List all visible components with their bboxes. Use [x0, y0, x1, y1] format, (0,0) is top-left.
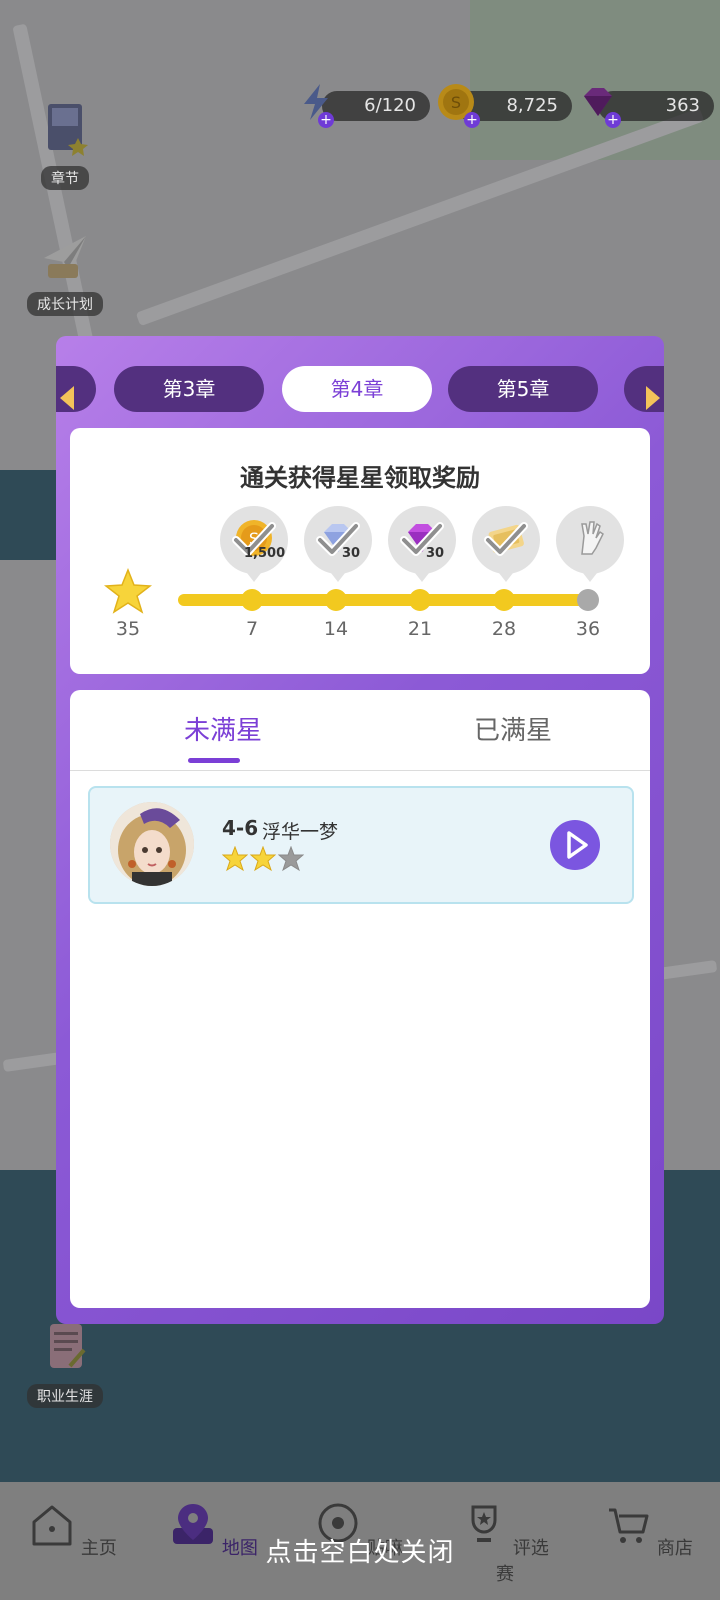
- chapter-menu-label: 章节: [41, 166, 89, 190]
- reward-milestone-14[interactable]: [304, 506, 372, 582]
- paper-plane-icon: [44, 236, 86, 278]
- character-portrait-icon: [110, 802, 194, 886]
- stage-list-item[interactable]: 4-6 浮华一梦: [88, 786, 634, 904]
- star-empty-icon: [278, 846, 304, 872]
- stage-stars: [222, 846, 306, 876]
- star-reward-modal: 第3章 第4章 第5章 通关获得星星领取奖励 S 1,500 30 30 35 …: [56, 336, 664, 1324]
- coin-plus-button[interactable]: +: [464, 112, 480, 128]
- stage-name: 浮华一梦: [262, 821, 339, 843]
- tab-filled-stars[interactable]: 已满星: [474, 710, 552, 747]
- current-star-count: 35: [115, 618, 141, 640]
- milestone-label-28: 28: [491, 618, 517, 640]
- coin-value: 8,725: [506, 95, 558, 116]
- star-filled-icon: [250, 846, 276, 872]
- chapter-menu-item[interactable]: 章节: [28, 102, 102, 190]
- energy-value: 6/120: [364, 95, 416, 116]
- chapter-next-arrow-icon[interactable]: [646, 386, 660, 410]
- career-menu-label: 职业生涯: [27, 1384, 103, 1408]
- book-icon: [48, 104, 88, 156]
- progress-node-21: [409, 589, 431, 611]
- play-icon: [567, 831, 588, 859]
- progress-node-28: [493, 589, 515, 611]
- reward-title: 通关获得星星领取奖励: [240, 464, 480, 492]
- gem-value: 363: [665, 95, 700, 116]
- growth-plan-label: 成长计划: [27, 292, 103, 316]
- river-area: [0, 470, 60, 560]
- clipboard-icon: [50, 1324, 86, 1368]
- milestone-label-21: 21: [407, 618, 433, 640]
- star-icon: [104, 568, 152, 614]
- milestone-label-14: 14: [323, 618, 349, 640]
- chapter-tab-3[interactable]: 第3章: [114, 366, 264, 412]
- glove-icon: [581, 521, 604, 555]
- chapter-tab-4[interactable]: 第4章: [282, 366, 432, 412]
- character-avatar: [110, 802, 194, 886]
- active-tab-indicator: [188, 758, 240, 763]
- reward-milestone-28[interactable]: [472, 506, 540, 582]
- chapter-tab-5[interactable]: 第5章: [448, 366, 598, 412]
- reward-milestone-21[interactable]: [388, 506, 456, 582]
- progress-node-36: [577, 589, 599, 611]
- milestone-label-36: 36: [575, 618, 601, 640]
- close-hint-text: 点击空白处关闭: [265, 1538, 455, 1568]
- energy-plus-button[interactable]: +: [318, 112, 334, 128]
- reward-milestone-7[interactable]: S: [220, 506, 288, 582]
- stage-list-card: 未满星 已满星 4-6 浮华一梦: [70, 690, 650, 1308]
- tab-divider: [70, 770, 650, 771]
- milestone-label-7: 7: [245, 618, 259, 640]
- check-icon: [484, 522, 528, 556]
- energy-counter[interactable]: 6/120: [322, 91, 430, 121]
- star-filled-icon: [222, 846, 248, 872]
- gem-plus-button[interactable]: +: [605, 112, 621, 128]
- chapter-prev-arrow-icon[interactable]: [60, 386, 74, 410]
- reward-progress-card: 通关获得星星领取奖励 S 1,500 30 30 35 7 14 21 28 3…: [70, 428, 650, 674]
- growth-plan-menu-item[interactable]: 成长计划: [20, 228, 110, 316]
- progress-node-14: [325, 589, 347, 611]
- reward-milestone-36[interactable]: [556, 506, 624, 582]
- career-menu-item[interactable]: 职业生涯: [20, 1320, 110, 1408]
- progress-node-7: [241, 589, 263, 611]
- park-area: [470, 0, 720, 160]
- tab-unfilled-stars[interactable]: 未满星: [184, 710, 262, 747]
- stage-code: 4-6: [222, 816, 259, 840]
- play-stage-button[interactable]: [550, 820, 600, 870]
- reward-qty-7: 1,500: [244, 546, 286, 561]
- svg-text:S: S: [451, 93, 461, 112]
